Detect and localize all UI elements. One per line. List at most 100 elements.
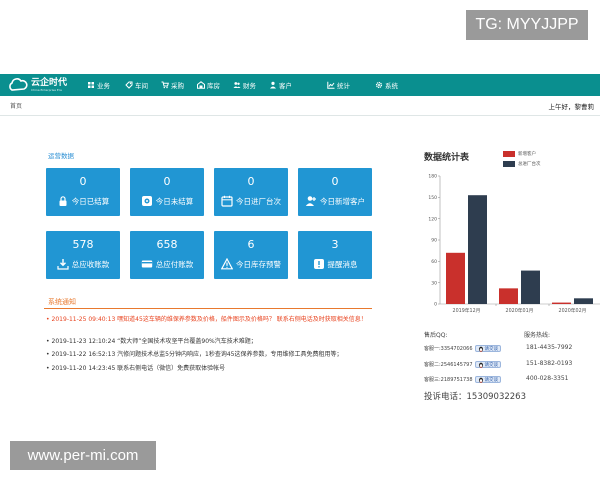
- unlock-icon: [141, 196, 152, 206]
- qq-chat-button[interactable]: 请交谈: [474, 361, 501, 368]
- notice-item[interactable]: • 2019-11-22 16:52:13 汽修问题技术总监5分钟内响应，1秒查询…: [46, 350, 376, 359]
- notice-text: 2019-11-22 16:52:13 汽修问题技术总监5分钟内响应，1秒查询4…: [51, 351, 343, 358]
- bar-0-0: [446, 252, 465, 304]
- stat-value: 0: [163, 175, 171, 188]
- y-tick-label: 150: [428, 195, 437, 201]
- stat-label-row: 总应收账款: [46, 258, 120, 270]
- bar-1-2: [574, 298, 593, 304]
- stat-tile-2[interactable]: 0 今日进厂台次: [214, 168, 288, 216]
- bullet-dot-icon: •: [46, 316, 50, 323]
- logo-title: 云企时代: [31, 78, 68, 88]
- stat-tile-0[interactable]: 0 今日已结算: [46, 168, 120, 216]
- stat-tile-7[interactable]: 3 提醒消息: [298, 231, 372, 279]
- qq-chat-button[interactable]: 请交谈: [474, 376, 501, 383]
- nav-item-1[interactable]: 车间: [124, 74, 160, 96]
- notice-text: 2019-11-20 14:23:45 联系右侧电话（微信）免费获取体验帐号: [51, 365, 226, 372]
- legend-total-visits: 总进厂台次: [503, 161, 541, 167]
- qq-contact-row: 客服二:2546145797 请交谈: [424, 361, 501, 368]
- notice-divider: [44, 308, 372, 309]
- warning-icon: [221, 258, 233, 270]
- stat-value: 6: [247, 238, 255, 251]
- x-tick-label: 2020年01月: [506, 307, 534, 314]
- notice-item[interactable]: • 2019-11-23 12:10:24 “数大师”全国技术攻坚平台覆盖90%汽…: [46, 337, 376, 346]
- stat-label-row: 总应付账款: [130, 258, 204, 270]
- logo[interactable]: 云企时代 China Enterprise Era: [8, 78, 86, 92]
- stat-tile-5[interactable]: 658 总应付账款: [130, 231, 204, 279]
- stat-value: 0: [247, 175, 255, 188]
- calendar-icon: [221, 195, 233, 207]
- notice-text: 2019-11-23 12:10:24 “数大师”全国技术攻坚平台覆盖90%汽车…: [51, 338, 257, 345]
- nav-item-5[interactable]: 客户: [268, 74, 326, 96]
- qq-contact-row: 客服一:3354702066 请交谈: [424, 345, 501, 352]
- qq-contact-label: 客服二:2546145797: [424, 362, 473, 368]
- bar-1-1: [521, 270, 540, 304]
- hotline-title: 服务热线:: [524, 332, 551, 339]
- legend-label-new: 新增客户: [518, 152, 536, 157]
- y-tick-label: 90: [431, 238, 437, 244]
- notice-item[interactable]: • 2019-11-20 14:23:45 联系右侧电话（微信）免费获取体验帐号: [46, 364, 376, 373]
- hotline-number: 400-028-3351: [526, 375, 569, 382]
- stat-label-row: 今日未结算: [130, 195, 204, 207]
- warehouse-icon: [196, 81, 205, 90]
- stat-label: 今日未结算: [155, 196, 194, 206]
- breadcrumb-home[interactable]: 首页: [10, 101, 22, 110]
- stat-value: 0: [331, 175, 339, 188]
- y-tick-label: 30: [431, 280, 437, 286]
- qq-chat-button[interactable]: 请交谈: [474, 345, 501, 352]
- gear-icon: [374, 81, 383, 90]
- watermark-bottom: www.per-mi.com: [10, 441, 156, 470]
- stat-label: 今日新增客户: [320, 196, 365, 206]
- alert-icon: [313, 259, 324, 269]
- nav-item-4[interactable]: 财务: [232, 74, 268, 96]
- stat-tile-6[interactable]: 6 今日库存预警: [214, 231, 288, 279]
- stat-label: 今日进厂台次: [236, 196, 281, 206]
- y-tick-label: 0: [434, 302, 437, 308]
- logo-subtitle: China Enterprise Era: [31, 88, 62, 92]
- legend-swatch-new: [503, 151, 515, 157]
- watermark-top: TG: MYYJJPP: [466, 10, 588, 40]
- y-tick-label: 60: [431, 259, 437, 265]
- notice-text: 2019-11-25 09:40:13 嘿知道45这车辆的维保养参数及价格，船件…: [51, 316, 367, 323]
- bullet-dot-icon: •: [46, 365, 50, 372]
- hotline-number: 181-4435-7992: [526, 344, 573, 351]
- x-tick-label: 2020年02月: [559, 307, 587, 314]
- stat-label: 今日库存预警: [236, 259, 281, 269]
- stat-tile-3[interactable]: 0 今日新增客户: [298, 168, 372, 216]
- stat-label-row: 今日新增客户: [298, 195, 372, 207]
- cloud-logo-icon: [8, 78, 28, 92]
- bullet-dot-icon: •: [46, 338, 50, 345]
- stat-value: 578: [72, 238, 94, 251]
- hotline-number: 151-8382-0193: [526, 360, 573, 367]
- qq-penguin-icon: [478, 346, 483, 352]
- complaint-phone: 投诉电话：15309032263: [424, 392, 526, 402]
- stat-label-row: 今日已结算: [46, 195, 120, 207]
- nav-label: 库房: [207, 82, 220, 90]
- stat-tile-4[interactable]: 578 总应收账款: [46, 231, 120, 279]
- person-icon: [268, 81, 277, 90]
- bar-1-0: [468, 195, 487, 304]
- download-icon: [57, 259, 69, 270]
- nav-label: 采购: [171, 82, 184, 90]
- users-icon: [232, 81, 241, 90]
- nav-item-6[interactable]: 统计: [326, 74, 374, 96]
- stat-tile-1[interactable]: 0 今日未结算: [130, 168, 204, 216]
- nav-label: 业务: [97, 82, 110, 90]
- user-greeting: 上午好，黎曹莉: [548, 102, 595, 111]
- notice-item[interactable]: • 2019-11-25 09:40:13 嘿知道45这车辆的维保养参数及价格，船…: [46, 315, 376, 324]
- legend-swatch-visits: [503, 161, 515, 167]
- nav-item-2[interactable]: 采购: [160, 74, 196, 96]
- y-tick-label: 120: [428, 216, 437, 222]
- nav-item-3[interactable]: 库房: [196, 74, 232, 96]
- nav-label: 统计: [337, 82, 350, 90]
- qq-contact-label: 客服三:2189751738: [424, 377, 473, 383]
- x-tick-label: 2019年12月: [453, 307, 481, 314]
- nav-item-7[interactable]: 系统: [374, 74, 412, 96]
- add-user-icon: [305, 196, 316, 206]
- top-navbar: 云企时代 China Enterprise Era 业务 车间 采购 库房 财务 客户 统计…: [0, 74, 600, 96]
- cart-icon: [160, 81, 169, 90]
- stat-value: 658: [156, 238, 178, 251]
- nav-item-0[interactable]: 业务: [86, 74, 124, 96]
- grid-icon: [86, 81, 95, 90]
- ops-data-title: 运营数据: [48, 152, 74, 160]
- qq-title: 售后QQ:: [424, 332, 448, 339]
